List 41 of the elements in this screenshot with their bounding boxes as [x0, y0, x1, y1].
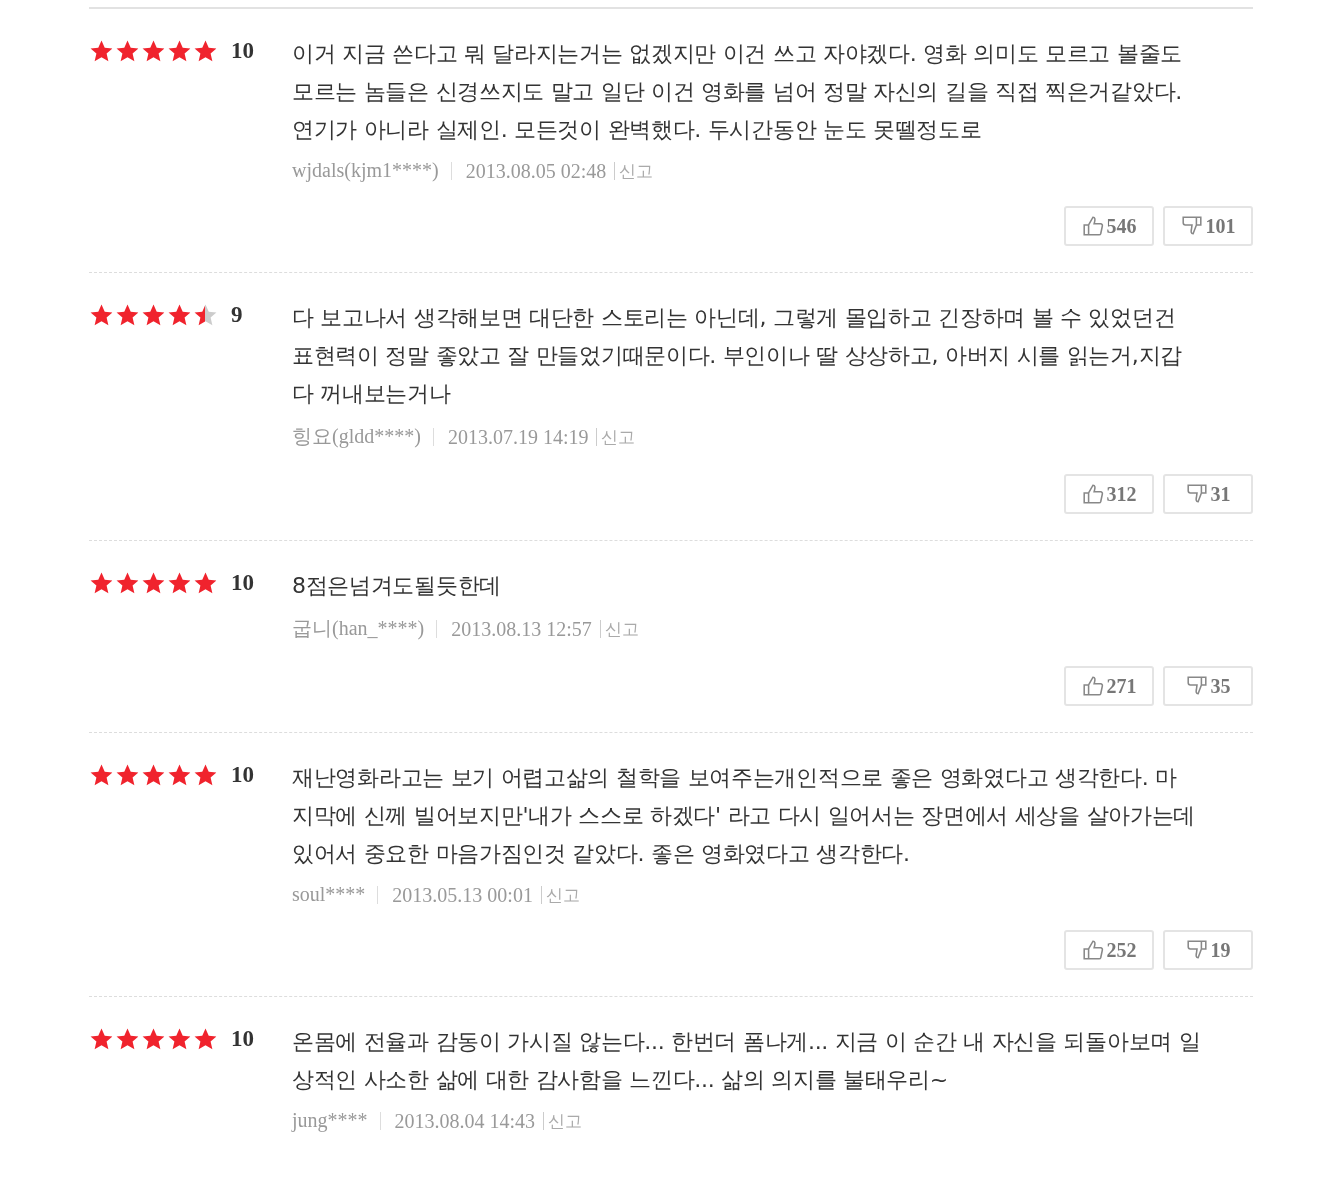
review-date: 2013.08.04 14:43 [379, 1111, 536, 1130]
thumbs-down-icon [1185, 483, 1208, 505]
thumbs-down-icon [1185, 939, 1208, 961]
dislike-button[interactable]: 31 [1163, 474, 1253, 514]
review-text: 다 보고나서 생각해보면 대단한 스토리는 아닌데, 그렇게 몰입하고 긴장하며 볼 수 있었던건 표현력이 정말 좋았고 잘 만들었기때문이다. 부인이나 딸 상상하고, 아버지 시를 읽는거,지갑 다 꺼내보는거나 [292, 304, 1183, 408]
thumbs-up-icon [1081, 939, 1104, 961]
like-button[interactable]: 312 [1064, 474, 1154, 514]
report-link[interactable]: 신고 [540, 885, 580, 904]
review-date: 2013.08.05 02:48 [450, 161, 607, 180]
author-name: soul**** [292, 883, 366, 906]
review-date: 2013.08.13 12:57 [436, 619, 592, 638]
thumbs-up-icon [1081, 215, 1104, 237]
score: 10 [231, 761, 254, 789]
dislike-button[interactable]: 35 [1163, 666, 1253, 706]
dislike-button[interactable]: 19 [1163, 930, 1253, 970]
thumbs-up-icon [1081, 675, 1104, 697]
report-link[interactable]: 신고 [599, 619, 639, 638]
review-text: 이거 지금 쓴다고 뭐 달라지는거는 없겠지만 이건 쓰고 자야겠다. 영화 의미도 모르고 볼줄도 모르는 놈들은 신경쓰지도 말고 일단 이건 영화를 넘어 정말 자신의 길을 직접 찍은거같았다. 연기가 아니라 실제인. 모든것이 완벽했다. 두시간동안 눈도 못뗄정도로 [292, 40, 1183, 144]
like-button[interactable]: 271 [1064, 666, 1154, 706]
review-text: 8점은넘겨도될듯한데 [292, 572, 502, 600]
review-text: 재난영화라고는 보기 어렵고삶의 철학을 보여주는개인적으로 좋은 영화였다고 생각한다. 마 지막에 신께 빌어보지만'내가 스스로 하겠다' 라고 다시 일어서는 장면에서 세상을 살아가는데 있어서 중요한 마음가짐인것 같았다. 좋은 영화였다고 생각한다. [292, 764, 1197, 868]
score: 10 [231, 1025, 254, 1053]
thumbs-down-icon [1185, 675, 1208, 697]
score: 10 [231, 569, 254, 597]
like-button[interactable]: 546 [1064, 206, 1154, 246]
review-text: 온몸에 전율과 감동이 가시질 않는다... 한번더 폼나게... 지금 이 순간 내 자신을 되돌아보며 일 상적인 사소한 삶에 대한 감사함을 느낀다... 삶의 의지를 불태우리~ [292, 1028, 1202, 1094]
dislike-button[interactable]: 101 [1163, 206, 1253, 246]
report-link[interactable]: 신고 [543, 1111, 583, 1130]
like-button[interactable]: 252 [1064, 930, 1154, 970]
author-name: 굽니(han_****) [292, 616, 425, 642]
author-name: wjdals(kjm1****) [292, 159, 439, 182]
author-name: jung**** [292, 1109, 368, 1132]
score: 9 [231, 301, 243, 329]
author-name: 힝요(gldd****) [292, 424, 421, 450]
review-date: 2013.05.13 00:01 [377, 885, 533, 904]
review-date: 2013.07.19 14:19 [432, 427, 589, 446]
report-link[interactable]: 신고 [614, 161, 654, 180]
thumbs-down-icon [1180, 215, 1203, 237]
thumbs-up-icon [1081, 483, 1104, 505]
score: 10 [231, 37, 254, 65]
report-link[interactable]: 신고 [596, 427, 636, 446]
